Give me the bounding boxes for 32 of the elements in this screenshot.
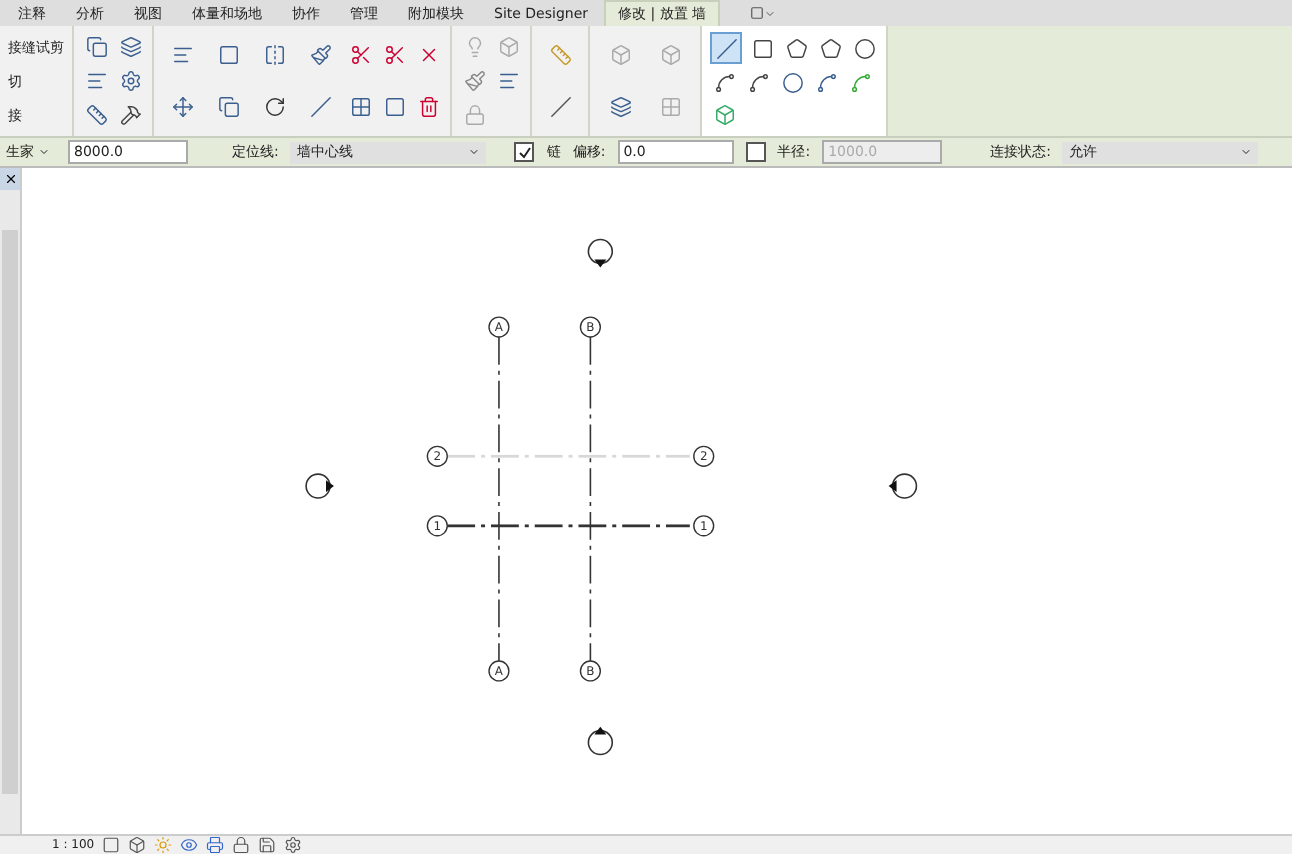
grid-line[interactable]: [589, 336, 592, 662]
chevron-down-icon[interactable]: [1240, 146, 1253, 158]
elevation-marker-icon[interactable]: [587, 238, 614, 268]
brush-icon[interactable]: [460, 67, 488, 95]
elevation-marker-icon[interactable]: [587, 726, 614, 756]
arc-icon[interactable]: [744, 68, 772, 97]
chevron-down-icon[interactable]: [38, 146, 50, 158]
grid-line[interactable]: [447, 524, 690, 528]
settings-icon[interactable]: [116, 67, 144, 95]
arc-icon[interactable]: [778, 68, 806, 97]
elevation-marker-icon[interactable]: [888, 473, 918, 499]
hammer-icon[interactable]: [116, 101, 144, 129]
rectangle-icon[interactable]: [748, 34, 776, 63]
lock-icon[interactable]: [232, 836, 251, 854]
polygon-icon[interactable]: [782, 34, 810, 63]
settings-icon[interactable]: [284, 836, 303, 854]
polygon-icon[interactable]: [816, 34, 844, 63]
chain-checkbox[interactable]: [514, 142, 535, 162]
arc-icon[interactable]: [812, 68, 840, 97]
arc-icon[interactable]: [710, 68, 738, 97]
split-icon[interactable]: [346, 41, 374, 70]
copy-icon[interactable]: [82, 33, 110, 61]
layers-icon[interactable]: [116, 33, 144, 61]
delete-icon[interactable]: [414, 92, 442, 121]
circle-icon[interactable]: [850, 34, 878, 63]
grid-line[interactable]: [498, 336, 500, 662]
measure-icon[interactable]: [82, 101, 110, 129]
elevation-marker-icon[interactable]: [305, 473, 334, 499]
radius-checkbox[interactable]: [745, 142, 766, 162]
scrollbar[interactable]: [2, 230, 18, 794]
chevron-down-icon[interactable]: [468, 146, 481, 158]
array-icon[interactable]: [346, 92, 374, 121]
